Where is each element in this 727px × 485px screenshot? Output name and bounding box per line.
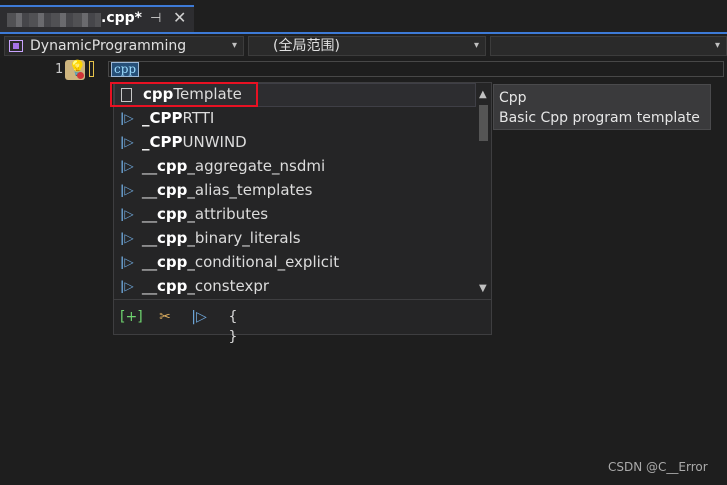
current-line-highlight: [108, 61, 724, 77]
chevron-down-icon[interactable]: ▾: [232, 37, 237, 55]
macro-icon: |▷: [120, 183, 134, 197]
completion-item[interactable]: |▷ _CPPUNWIND: [114, 131, 476, 155]
macro-icon: |▷: [120, 255, 134, 269]
scroll-down-icon[interactable]: ▼: [479, 283, 487, 294]
completion-item-label: __cpp_attributes: [142, 205, 269, 223]
close-icon[interactable]: ✕: [173, 8, 186, 27]
lightbulb-icon[interactable]: 💡: [65, 59, 87, 80]
macro-icon: |▷: [120, 207, 134, 221]
completion-item-label: __cpp_constexpr: [142, 277, 270, 295]
navigation-bar: DynamicProgramming ▾ (全局范围) ▾ ▾: [0, 34, 727, 58]
completion-list-popup: cppTemplate |▷ _CPPRTTI |▷ _CPPUNWIND |▷ __cpp…: [113, 82, 492, 345]
macro-icon: |▷: [120, 231, 134, 245]
scroll-thumb[interactable]: [479, 105, 488, 141]
completion-item[interactable]: |▷ __cpp_constexpr: [114, 275, 476, 299]
document-tab[interactable]: .cpp* ⊣ ✕: [0, 5, 194, 32]
chevron-down-icon[interactable]: ▾: [474, 37, 479, 55]
snippets-filter-icon[interactable]: ✂: [154, 307, 176, 327]
line-number: 1: [55, 62, 64, 77]
project-icon: [9, 40, 23, 52]
tooltip-description: Basic Cpp program template: [499, 110, 700, 126]
completion-item-label: __cpp_conditional_explicit: [142, 253, 340, 271]
typed-text[interactable]: cpp: [111, 62, 140, 77]
completion-item[interactable]: |▷ _CPPRTTI: [114, 107, 476, 131]
completion-list[interactable]: cppTemplate |▷ _CPPRTTI |▷ _CPPUNWIND |▷ __cpp…: [114, 83, 476, 299]
completion-item[interactable]: |▷ __cpp_aggregate_nsdmi: [114, 155, 476, 179]
macro-icon: |▷: [120, 279, 134, 293]
completion-item[interactable]: |▷ __cpp_conditional_explicit: [114, 251, 476, 275]
tooltip-title: Cpp: [499, 90, 527, 106]
completion-item-label: __cpp_alias_templates: [142, 181, 313, 199]
scope-dropdown[interactable]: (全局范围) ▾: [248, 36, 486, 56]
macro-icon: |▷: [120, 159, 134, 173]
macro-icon: |▷: [120, 135, 134, 149]
completion-item-label: _CPPRTTI: [142, 109, 215, 127]
completion-item[interactable]: |▷ __cpp_binary_literals: [114, 227, 476, 251]
completion-scrollbar[interactable]: ▲ ▼: [476, 83, 491, 299]
completion-item[interactable]: |▷ __cpp_alias_templates: [114, 179, 476, 203]
change-indicator: [89, 61, 94, 77]
member-dropdown[interactable]: ▾: [490, 36, 727, 56]
completion-item-label: __cpp_binary_literals: [142, 229, 301, 247]
braces-filter-icon[interactable]: { }: [222, 307, 244, 345]
completion-filter-bar: [+] ✂ |▷ { }: [114, 299, 491, 345]
expand-filter-icon[interactable]: [+]: [120, 307, 143, 327]
chevron-down-icon[interactable]: ▾: [715, 37, 720, 55]
watermark: CSDN @C__Error: [608, 460, 708, 474]
scope-name: (全局范围): [273, 38, 340, 54]
scroll-up-icon[interactable]: ▲: [479, 89, 487, 100]
highlight-box: [110, 82, 258, 107]
blurred-filename: [7, 13, 101, 27]
completion-item-label: __cpp_aggregate_nsdmi: [142, 157, 326, 175]
document-tab-strip: .cpp* ⊣ ✕: [0, 0, 727, 32]
macros-filter-icon[interactable]: |▷: [188, 307, 210, 327]
project-name: DynamicProgramming: [30, 38, 187, 54]
tab-title: .cpp*: [101, 10, 142, 26]
completion-tooltip: Cpp Basic Cpp program template: [493, 84, 711, 130]
project-dropdown[interactable]: DynamicProgramming ▾: [4, 36, 244, 56]
error-badge-icon: [77, 72, 84, 79]
completion-item[interactable]: |▷ __cpp_attributes: [114, 203, 476, 227]
macro-icon: |▷: [120, 111, 134, 125]
completion-item-label: _CPPUNWIND: [142, 133, 247, 151]
pin-icon[interactable]: ⊣: [150, 11, 161, 26]
